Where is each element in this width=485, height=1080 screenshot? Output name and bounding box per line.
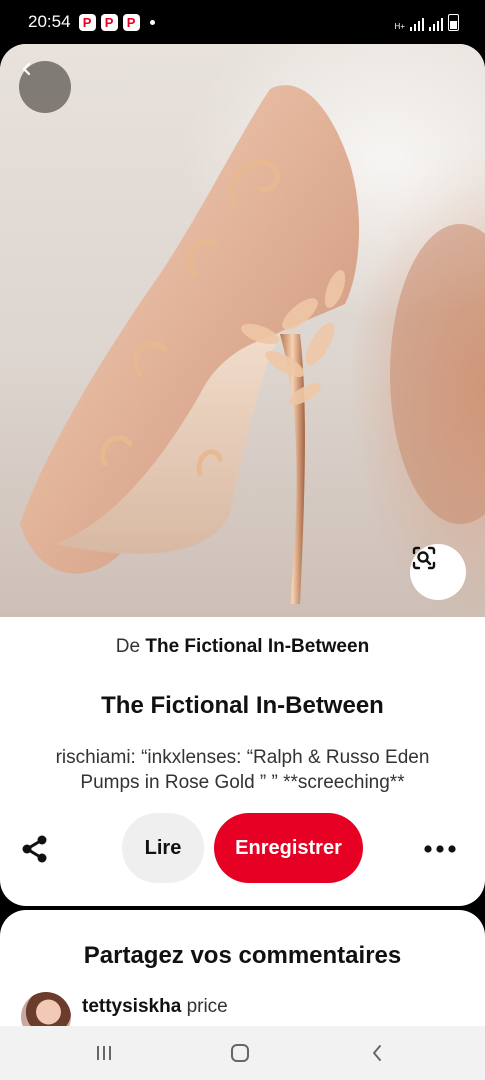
battery-icon <box>448 14 459 31</box>
pin-source[interactable]: De The Fictional In-Between <box>0 636 485 658</box>
back-button[interactable] <box>19 61 71 113</box>
ellipsis-icon <box>424 845 456 853</box>
comment-username[interactable]: tettysiskha <box>82 996 181 1017</box>
pin-description: rischiami: “inkxlenses: “Ralph & Russo E… <box>55 747 430 793</box>
comment-text: price <box>186 996 228 1017</box>
recent-apps-button[interactable] <box>91 1041 117 1065</box>
pinterest-notification-icon: P <box>100 13 118 31</box>
pinterest-notification-icon: P <box>122 13 140 31</box>
system-navigation-bar <box>0 1026 485 1080</box>
comments-card: Partagez vos commentaires tettysiskha pr… <box>0 910 485 1040</box>
recent-apps-icon <box>97 1046 111 1060</box>
status-time: 20:54 <box>28 12 71 31</box>
signal-icon <box>410 18 424 31</box>
heel-illustration <box>20 85 485 604</box>
read-button[interactable]: Lire <box>122 813 204 883</box>
share-icon <box>22 835 47 863</box>
back-nav-button[interactable] <box>364 1041 390 1065</box>
home-button[interactable] <box>227 1041 253 1065</box>
status-bar: 20:54 P P P H+ <box>0 0 485 44</box>
more-options-button[interactable] <box>422 834 458 864</box>
comment-item: tettysiskha price <box>82 996 228 1018</box>
back-nav-icon <box>373 1045 381 1061</box>
signal-icon-2 <box>429 18 443 31</box>
source-name[interactable]: The Fictional In-Between <box>145 636 369 657</box>
home-icon <box>231 1044 249 1062</box>
pin-title: The Fictional In-Between <box>101 692 384 719</box>
more-notifications-icon <box>149 19 155 25</box>
save-button[interactable]: Enregistrer <box>214 813 363 883</box>
visual-search-button[interactable] <box>410 544 466 600</box>
pin-image[interactable] <box>0 44 485 617</box>
pin-card: De The Fictional In-Between The Fictiona… <box>0 44 485 906</box>
share-button[interactable] <box>20 834 50 864</box>
status-icons: H+ <box>395 14 459 31</box>
network-type-label: H+ <box>394 22 405 31</box>
pinterest-notification-icon: P <box>78 13 96 31</box>
comments-title: Partagez vos commentaires <box>83 942 402 969</box>
chevron-left-icon <box>22 62 31 76</box>
source-prefix: De <box>115 636 141 657</box>
pin-actions: Lire Enregistrer <box>0 812 485 886</box>
visual-search-icon <box>412 546 436 570</box>
